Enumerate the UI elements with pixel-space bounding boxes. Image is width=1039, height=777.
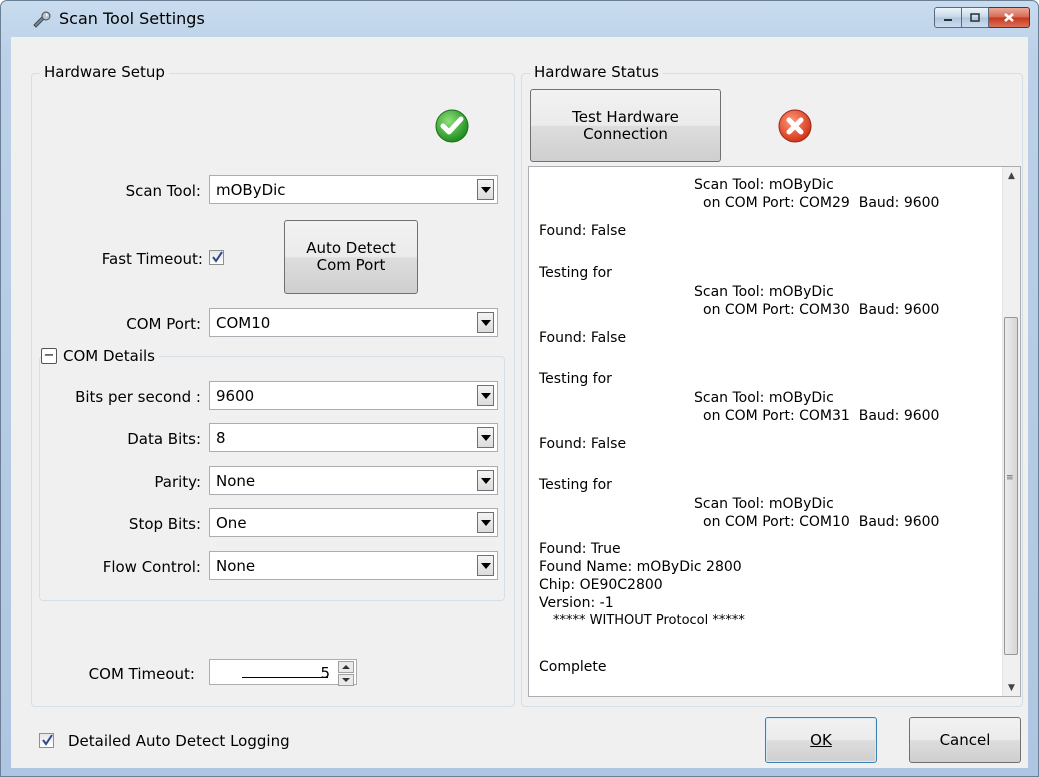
- status-log[interactable]: Scan Tool: mOByDic on COM Port: COM29 Ba…: [528, 166, 1021, 697]
- minimize-icon: [944, 18, 952, 21]
- data-bits-value: 8: [216, 429, 226, 447]
- scroll-grip-icon: ≡: [1006, 473, 1014, 483]
- data-bits-select[interactable]: 8: [209, 423, 498, 452]
- chevron-down-icon[interactable]: [477, 427, 494, 448]
- log-scrollbar[interactable]: ▲ ≡ ▼: [1002, 167, 1020, 696]
- com-details-header[interactable]: − COM Details: [41, 347, 159, 365]
- parity-value: None: [216, 472, 256, 490]
- test-hardware-connection-button[interactable]: Test Hardware Connection: [530, 89, 721, 162]
- log-line: Testing for: [539, 477, 612, 493]
- wrench-icon: [33, 11, 51, 28]
- test-hardware-label-line1: Test Hardware: [572, 107, 679, 126]
- data-bits-label: Data Bits:: [127, 430, 201, 448]
- ok-button[interactable]: OK: [765, 717, 877, 763]
- log-line: Scan Tool: mOByDic: [694, 390, 834, 406]
- com-port-label: COM Port:: [126, 315, 201, 333]
- chevron-down-icon[interactable]: [477, 385, 494, 406]
- hardware-setup-title: Hardware Setup: [40, 63, 169, 81]
- ok-label: OK: [810, 730, 832, 749]
- detailed-logging-label[interactable]: Detailed Auto Detect Logging: [68, 732, 290, 750]
- log-line: Chip: OE90C2800: [539, 577, 663, 593]
- auto-detect-label-line2: Com Port: [316, 256, 386, 274]
- chevron-down-icon[interactable]: [477, 512, 494, 533]
- checkmark-icon: [212, 251, 223, 263]
- close-button[interactable]: [989, 7, 1030, 28]
- chevron-down-icon[interactable]: [477, 179, 494, 200]
- collapse-toggle-icon[interactable]: −: [41, 348, 57, 364]
- log-line: Found: False: [539, 436, 627, 452]
- scan-tool-value: mOByDic: [216, 181, 286, 199]
- auto-detect-label-line1: Auto Detect: [306, 239, 396, 257]
- close-icon: [1004, 13, 1014, 22]
- scroll-up-icon[interactable]: ▲: [1003, 167, 1020, 184]
- fast-timeout-label: Fast Timeout:: [101, 250, 203, 268]
- scroll-down-icon[interactable]: ▼: [1003, 679, 1020, 696]
- stepper-up-icon[interactable]: [338, 661, 354, 673]
- parity-label: Parity:: [154, 473, 201, 491]
- detailed-logging-checkbox[interactable]: [39, 733, 54, 748]
- com-timeout-value[interactable]: 5: [320, 664, 330, 682]
- log-line: Scan Tool: mOByDic: [694, 284, 834, 300]
- log-line: Found Name: mOByDic 2800: [539, 559, 742, 575]
- flow-control-value: None: [216, 557, 256, 575]
- log-line: on COM Port: COM30 Baud: 9600: [703, 302, 940, 318]
- red-x-icon: [778, 109, 812, 143]
- chevron-down-icon[interactable]: [477, 470, 494, 491]
- cancel-label: Cancel: [939, 730, 991, 749]
- window-title: Scan Tool Settings: [59, 9, 205, 28]
- bits-per-second-select[interactable]: 9600: [209, 381, 498, 410]
- log-line: Complete: [539, 659, 607, 675]
- dialog-client-area: Hardware Setup Scan Tool: mOByDic Fast T…: [11, 37, 1028, 768]
- com-port-select[interactable]: COM10: [209, 308, 498, 337]
- log-line: Found: False: [539, 223, 627, 239]
- title-bar[interactable]: Scan Tool Settings: [1, 1, 1038, 37]
- auto-detect-com-port-button[interactable]: Auto Detect Com Port: [284, 220, 418, 294]
- log-line: Scan Tool: mOByDic: [694, 496, 834, 512]
- checkmark-icon: [42, 734, 53, 746]
- maximize-icon: [970, 13, 980, 22]
- flow-control-select[interactable]: None: [209, 551, 498, 580]
- com-timeout-label: COM Timeout:: [88, 665, 195, 683]
- com-timeout-underline: [242, 677, 328, 678]
- caption-buttons: [934, 7, 1030, 28]
- bits-per-second-value: 9600: [216, 387, 255, 405]
- scroll-thumb[interactable]: [1004, 317, 1018, 655]
- stop-bits-value: One: [216, 514, 247, 532]
- stop-bits-select[interactable]: One: [209, 508, 498, 537]
- log-line: Scan Tool: mOByDic: [694, 177, 834, 193]
- maximize-button[interactable]: [962, 7, 989, 28]
- scan-tool-settings-window: Scan Tool Settings Hardware Setup Scan T…: [0, 0, 1039, 777]
- log-line: Version: -1: [539, 595, 614, 611]
- log-line: ***** WITHOUT Protocol *****: [553, 613, 745, 628]
- cancel-button[interactable]: Cancel: [909, 717, 1021, 763]
- log-line: Found: True: [539, 541, 621, 557]
- chevron-down-icon[interactable]: [477, 555, 494, 576]
- com-details-title: COM Details: [63, 347, 155, 365]
- flow-control-label: Flow Control:: [102, 558, 201, 576]
- com-port-value: COM10: [216, 314, 271, 332]
- hardware-status-title: Hardware Status: [530, 63, 663, 81]
- chevron-down-icon[interactable]: [477, 312, 494, 333]
- log-line: Testing for: [539, 265, 612, 281]
- log-line: on COM Port: COM10 Baud: 9600: [703, 514, 940, 530]
- parity-select[interactable]: None: [209, 466, 498, 495]
- scan-tool-label: Scan Tool:: [125, 182, 201, 200]
- log-line: Found: False: [539, 330, 627, 346]
- stepper-down-icon[interactable]: [338, 674, 354, 686]
- green-check-icon: [435, 109, 469, 143]
- test-hardware-label-line2: Connection: [583, 124, 668, 143]
- bits-per-second-label: Bits per second :: [75, 388, 201, 406]
- stop-bits-label: Stop Bits:: [128, 515, 201, 533]
- stepper-arrows: [338, 661, 354, 686]
- com-timeout-stepper[interactable]: 5: [209, 659, 357, 686]
- minimize-button[interactable]: [934, 7, 962, 28]
- log-line: on COM Port: COM29 Baud: 9600: [703, 195, 940, 211]
- scan-tool-select[interactable]: mOByDic: [209, 175, 498, 204]
- log-line: on COM Port: COM31 Baud: 9600: [703, 408, 940, 424]
- fast-timeout-checkbox[interactable]: [209, 250, 224, 265]
- log-line: Testing for: [539, 371, 612, 387]
